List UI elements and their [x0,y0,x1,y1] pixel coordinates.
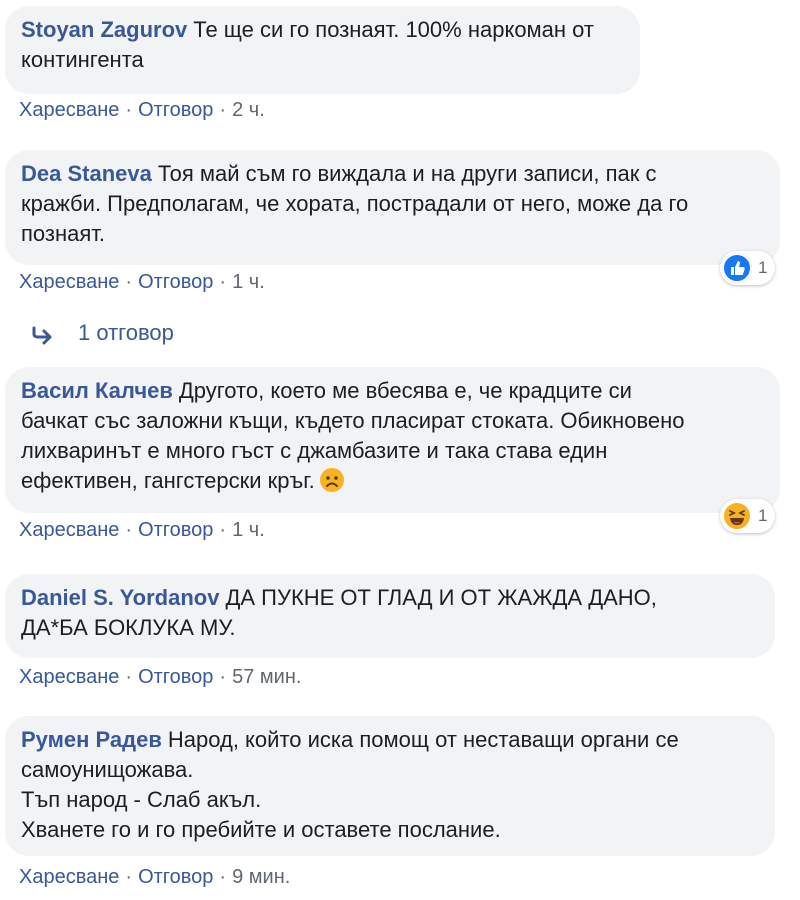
comment-bubble: Stoyan Zagurov Те ще си го познаят. 100% … [5,6,640,94]
reaction-count[interactable]: 1 [720,499,776,533]
separator: · [219,666,227,688]
comment-text: самоунищожава. [21,757,194,782]
comment-bubble: Васил Калчев Другото, което ме вбесява е,… [5,367,780,513]
comment-text: Те ще си го познаят. 100% наркоман от [193,17,594,42]
comment-author-link[interactable]: Stoyan Zagurov [21,17,187,42]
comment-text: бачкат със заложни къщи, където пласират… [21,408,685,433]
comment-actions: Харесване · Отговор · 2 ч. [19,98,265,122]
comment-text: лихваринът е много гъст с джамбазите и т… [21,438,608,463]
comment-text: Народ, който иска помощ от неставащи орг… [167,727,679,752]
comment-text: Хванете го и го пребийте и оставете посл… [21,817,501,842]
comment-timestamp[interactable]: 57 мин. [232,666,301,688]
like-icon [722,253,752,283]
comment-author-link[interactable]: Dea Staneva [21,161,152,186]
separator: · [125,666,133,688]
reaction-number: 1 [758,506,768,525]
reply-button[interactable]: Отговор [138,271,213,293]
like-button[interactable]: Харесване [19,99,119,121]
separator: · [125,271,133,293]
reaction-number: 1 [758,258,768,277]
comment-author-link[interactable]: Daniel S. Yordanov [21,585,219,610]
comment-actions: Харесване · Отговор · 1 ч. [19,270,265,294]
comment-timestamp[interactable]: 1 ч. [232,519,265,541]
separator: · [125,519,133,541]
comment-text: Тоя май съм го виждала и на други записи… [157,161,657,186]
comments-section: Stoyan Zagurov Те ще си го познаят. 100% … [0,0,800,900]
comment-timestamp[interactable]: 1 ч. [232,271,265,293]
sad-face-icon [319,467,345,493]
comment-text: ДА*БА БОКЛУКА МУ. [21,615,236,640]
comment-text: ДА ПУКНЕ ОТ ГЛАД И ОТ ЖАЖДА ДАНО, [225,585,657,610]
like-button[interactable]: Харесване [19,866,119,888]
comment-actions: Харесване · Отговор · 57 мин. [19,665,301,689]
reply-button[interactable]: Отговор [138,99,213,121]
comment-actions: Харесване · Отговор · 1 ч. [19,518,265,542]
comment-bubble: Dea Staneva Тоя май съм го виждала и на д… [5,150,780,265]
separator: · [125,99,133,121]
view-replies-link[interactable]: 1 отговор [30,318,174,348]
view-replies-label: 1 отговор [78,320,174,345]
comment-bubble: Daniel S. Yordanov ДА ПУКНЕ ОТ ГЛАД И ОТ … [5,574,775,658]
like-button[interactable]: Харесване [19,271,119,293]
reaction-count[interactable]: 1 [720,251,776,285]
comment-timestamp[interactable]: 2 ч. [232,99,265,121]
like-button[interactable]: Харесване [19,666,119,688]
reply-button[interactable]: Отговор [138,519,213,541]
reply-button[interactable]: Отговор [138,666,213,688]
comment-actions: Харесване · Отговор · 9 мин. [19,865,290,889]
comment-text: познаят. [21,221,106,246]
comment-text: Другото, което ме вбесява е, че крадците… [178,378,632,403]
comment-author-link[interactable]: Румен Радев [21,727,162,752]
comment-text: кражби. Предполагам, че хората, пострада… [21,191,689,216]
comment-bubble: Румен Радев Народ, който иска помощ от не… [5,716,775,856]
reply-button[interactable]: Отговор [138,866,213,888]
haha-icon [722,501,752,531]
like-button[interactable]: Харесване [19,519,119,541]
separator: · [219,271,227,293]
reply-arrow-icon [30,323,56,345]
comment-timestamp[interactable]: 9 мин. [232,866,290,888]
separator: · [219,519,227,541]
separator: · [219,866,227,888]
separator: · [125,866,133,888]
comment-text: ефективен, гангстерски кръг. [21,468,315,493]
comment-text: Тъп народ - Слаб акъл. [21,787,262,812]
comment-author-link[interactable]: Васил Калчев [21,378,173,403]
separator: · [219,99,227,121]
comment-text: контингента [21,47,144,72]
